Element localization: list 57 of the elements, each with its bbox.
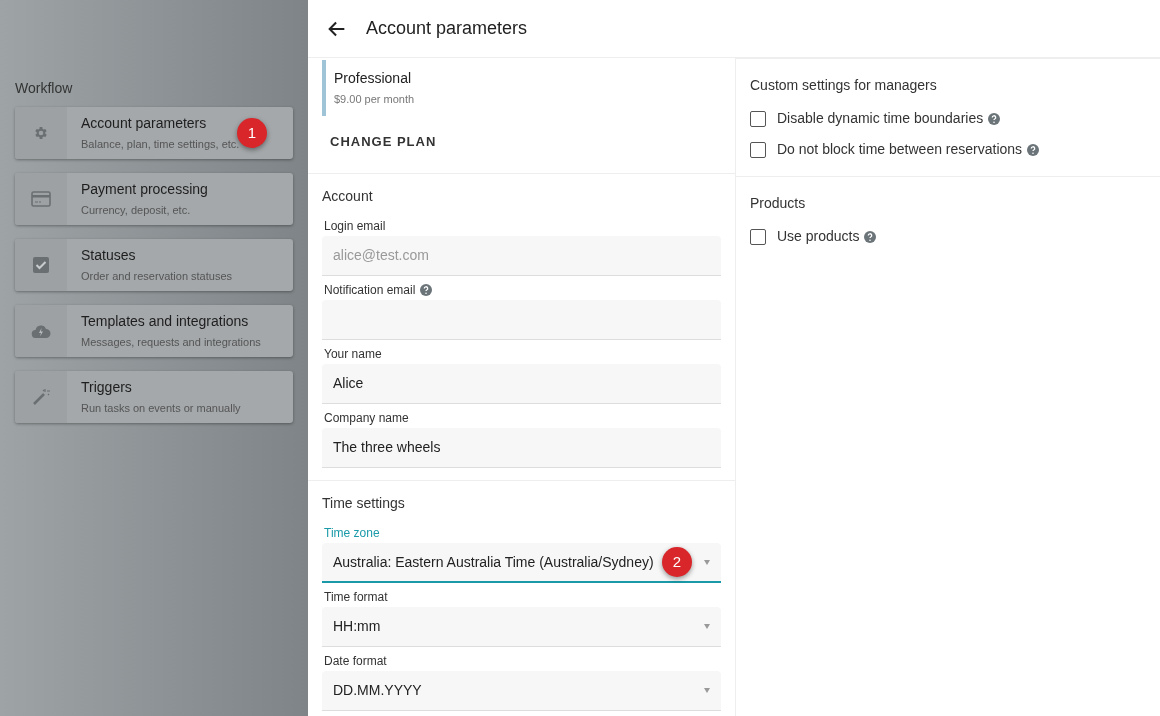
item-subtitle: Order and reservation statuses bbox=[81, 269, 233, 285]
checkbox[interactable] bbox=[750, 110, 766, 127]
checkbox-label: Do not block time between reservations bbox=[777, 140, 1023, 159]
field-label: Your name bbox=[324, 347, 382, 361]
checkbox-label: Use products bbox=[777, 227, 860, 246]
plan-price: $9.00 per month bbox=[334, 92, 416, 107]
section-title: Custom settings for managers bbox=[750, 76, 938, 95]
sidebar-item[interactable]: Payment processing Currency, deposit, etc. bbox=[15, 173, 293, 225]
cloud-bolt-icon bbox=[31, 324, 51, 338]
magic-wand-icon bbox=[32, 388, 50, 406]
field-label: Date format bbox=[324, 654, 387, 668]
field-label: Company name bbox=[324, 411, 409, 425]
item-title: Statuses bbox=[81, 246, 137, 266]
item-subtitle: Run tasks on events or manually bbox=[81, 401, 241, 417]
plan-name: Professional bbox=[334, 69, 413, 88]
checkbox[interactable] bbox=[750, 228, 766, 245]
select-field[interactable]: DD.MM.YYYY bbox=[322, 671, 721, 711]
page-title: Account parameters bbox=[366, 17, 528, 40]
checkbox-icon bbox=[33, 257, 49, 273]
field-label: Time format bbox=[324, 590, 388, 604]
section-title: Time settings bbox=[322, 494, 406, 513]
gear-icon bbox=[33, 125, 49, 141]
annotation-badge: 1 bbox=[237, 118, 267, 148]
section-title: Account bbox=[322, 187, 374, 206]
help-icon[interactable] bbox=[420, 284, 433, 296]
credit-card-icon bbox=[31, 191, 51, 207]
sidebar-item[interactable]: Triggers Run tasks on events or manually bbox=[15, 371, 293, 423]
field-label: Time zone bbox=[324, 526, 380, 540]
section-title: Products bbox=[750, 194, 807, 213]
input-field[interactable]: The three wheels bbox=[322, 428, 721, 468]
item-title: Templates and integrations bbox=[81, 312, 250, 332]
help-icon[interactable] bbox=[864, 230, 877, 243]
item-subtitle: Messages, requests and integrations bbox=[81, 335, 261, 351]
checkbox[interactable] bbox=[750, 141, 766, 158]
item-subtitle: Currency, deposit, etc. bbox=[81, 203, 192, 219]
sidebar-item[interactable]: Statuses Order and reservation statuses bbox=[15, 239, 293, 291]
item-title: Payment processing bbox=[81, 180, 208, 200]
input-field[interactable]: Alice bbox=[322, 364, 721, 404]
field-label: Login email bbox=[324, 219, 386, 233]
dropdown-caret-icon bbox=[704, 624, 710, 629]
dropdown-caret-icon bbox=[704, 559, 710, 565]
change-plan-button[interactable]: CHANGE PLAN bbox=[322, 125, 445, 157]
checkbox-label: Disable dynamic time boundaries bbox=[777, 109, 984, 128]
select-field[interactable]: Australia: Eastern Australia Time (Australia/Sydney) 2 bbox=[322, 543, 721, 583]
sidebar-item[interactable]: Templates and integrations Messages, requests and integrations bbox=[15, 305, 293, 357]
item-title: Account parameters bbox=[81, 114, 208, 134]
help-icon[interactable] bbox=[988, 112, 1001, 125]
item-subtitle: Balance, plan, time settings, etc. bbox=[81, 137, 240, 153]
input-field[interactable] bbox=[322, 300, 721, 340]
help-icon[interactable] bbox=[1027, 143, 1040, 156]
sidebar-item[interactable]: Account parameters Balance, plan, time settings, etc. 1 bbox=[15, 107, 293, 159]
dropdown-caret-icon bbox=[704, 688, 710, 693]
annotation-badge: 2 bbox=[662, 547, 692, 577]
item-title: Triggers bbox=[81, 378, 133, 398]
sidebar-heading: Workflow bbox=[15, 79, 74, 98]
field-label: Notification email bbox=[324, 283, 416, 297]
select-field[interactable]: HH:mm bbox=[322, 607, 721, 647]
